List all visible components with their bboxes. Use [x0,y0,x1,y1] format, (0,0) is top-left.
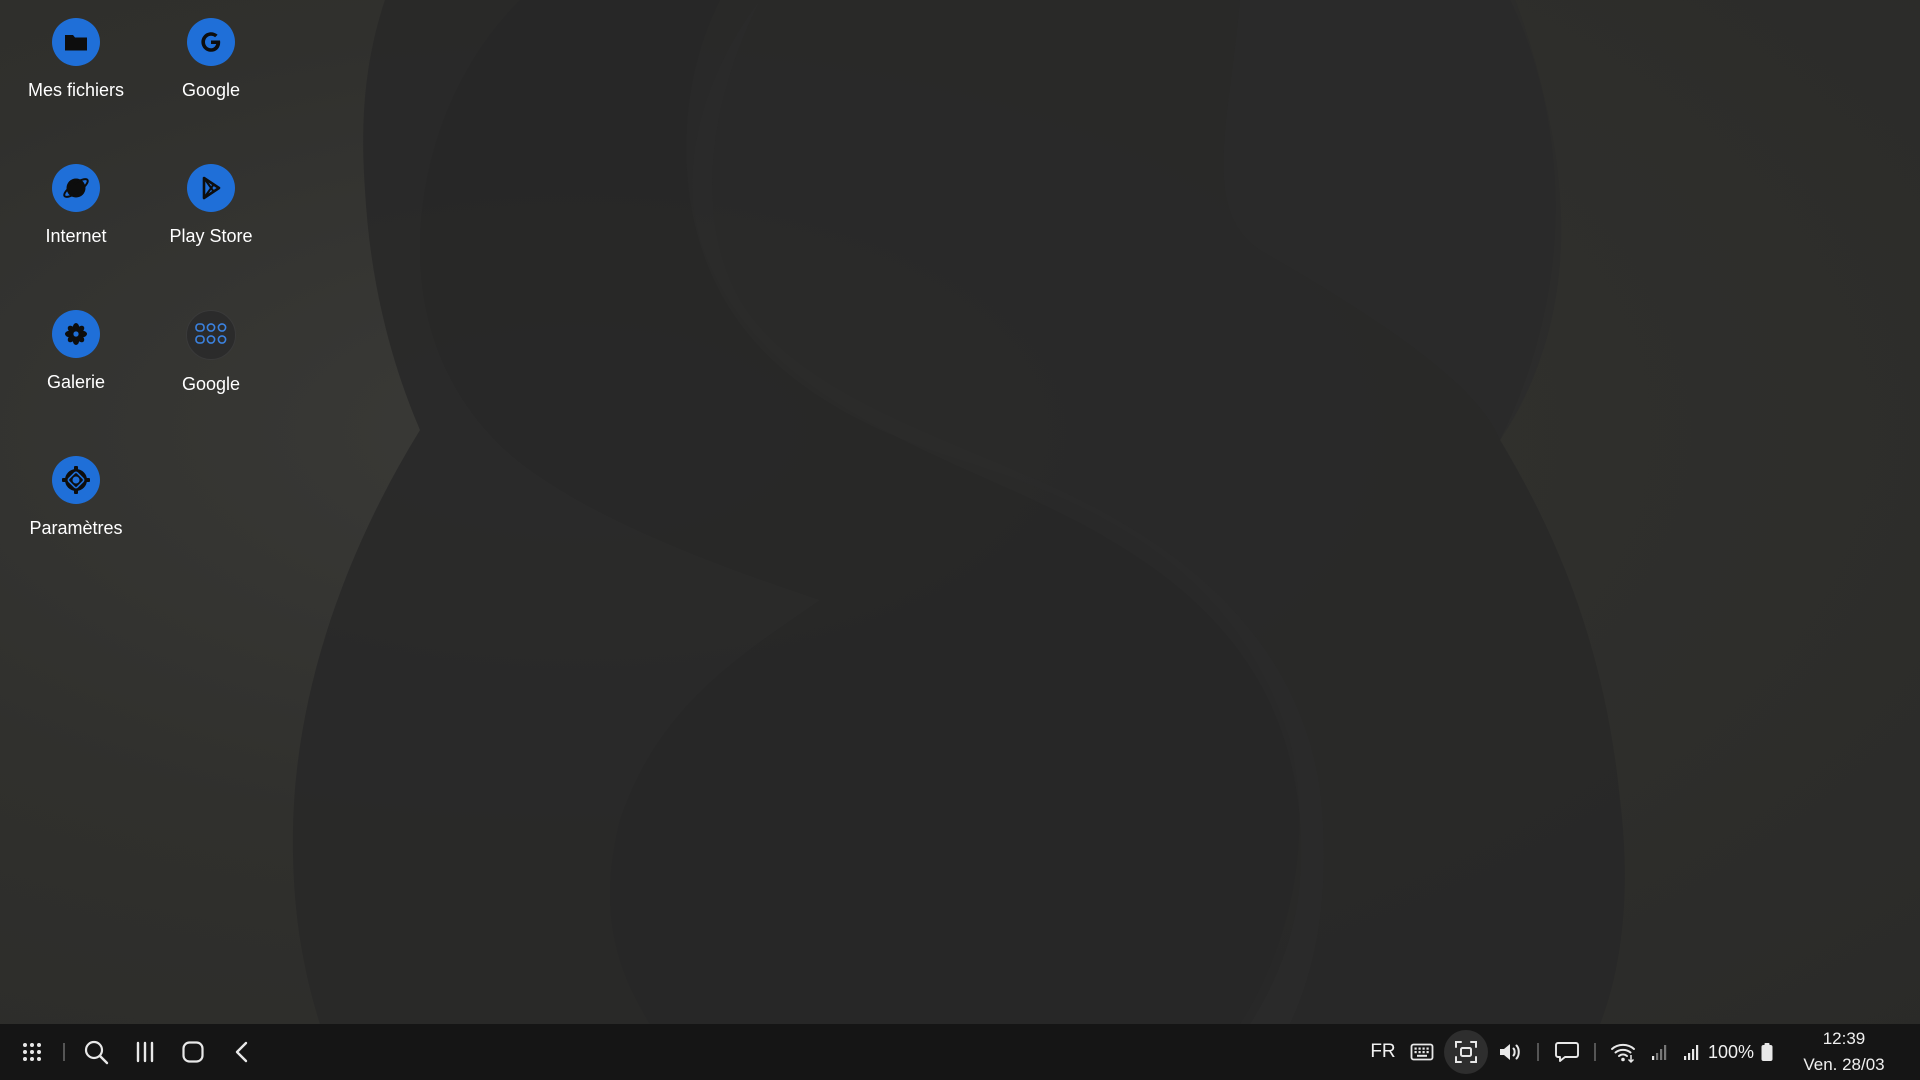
taskbar-divider [1537,1043,1539,1061]
clock[interactable]: 12:39 Ven. 28/03 [1786,1024,1902,1080]
volume-icon [1500,1044,1520,1060]
desktop-icon-google[interactable]: Google [146,18,276,101]
desktop-icon-label: Play Store [169,226,253,246]
clock-date: Ven. 28/03 [1803,1055,1885,1074]
desktop-icon-play-store[interactable]: Play Store [146,164,276,247]
keyboard-button[interactable] [1406,1024,1438,1080]
battery-icon [1761,1043,1773,1061]
back-icon [235,1041,248,1063]
wallpaper [292,0,1625,1024]
app-drawer-icon [23,1043,41,1061]
back-button[interactable] [224,1024,260,1080]
folder-icon [52,18,100,66]
settings-gear-icon [52,456,100,504]
language-indicator[interactable]: FR [1364,1024,1402,1080]
screen-capture-icon [1455,1041,1477,1063]
signal-1-icon [1652,1045,1667,1060]
google-folder-icon [186,310,236,360]
notification-button[interactable] [1550,1024,1584,1080]
desktop-icon-internet[interactable]: Internet [11,164,141,247]
desktop-screen: Mes fichiers Google Internet Play Store [0,0,1920,1080]
taskbar-divider [63,1043,65,1061]
desktop-icon-label: Google [181,374,241,394]
screen-capture-button[interactable] [1444,1030,1488,1074]
battery-percent: 100% [1708,1041,1755,1062]
wifi-icon [1611,1043,1635,1064]
recent-apps-icon [136,1041,154,1063]
gallery-flower-icon [52,310,100,358]
desktop-folder-google[interactable]: Google [146,310,276,395]
app-drawer-button[interactable] [14,1024,50,1080]
desktop-icon-label: Internet [45,226,107,246]
desktop-icon-mes-fichiers[interactable]: Mes fichiers [11,18,141,101]
notification-icon [1555,1042,1579,1062]
desktop-icon-label: Mes fichiers [27,80,125,100]
home-button[interactable] [175,1024,211,1080]
google-g-icon [187,18,235,66]
recent-apps-button[interactable] [127,1024,163,1080]
desktop-icon-parametres[interactable]: Paramètres [11,456,141,539]
taskbar: FR 100% 12:39 Ven. 28/03 [0,1024,1920,1080]
taskbar-divider [1594,1043,1596,1061]
clock-time: 12:39 [1822,1029,1866,1048]
internet-globe-icon [52,164,100,212]
signal-status-2 [1677,1024,1705,1080]
search-button[interactable] [78,1024,114,1080]
home-icon [182,1041,204,1063]
language-label: FR [1370,1041,1396,1062]
search-icon [84,1040,109,1065]
keyboard-icon [1410,1043,1434,1061]
desktop-icon-label: Paramètres [29,518,123,538]
desktop-icon-label: Galerie [46,372,106,392]
volume-button[interactable] [1494,1024,1526,1080]
wifi-status[interactable] [1606,1024,1640,1080]
signal-2-icon [1684,1045,1699,1060]
battery-status[interactable]: 100% [1708,1024,1778,1080]
signal-status-1 [1645,1024,1673,1080]
desktop-icon-label: Google [181,80,241,100]
desktop-icon-galerie[interactable]: Galerie [11,310,141,393]
play-store-icon [187,164,235,212]
